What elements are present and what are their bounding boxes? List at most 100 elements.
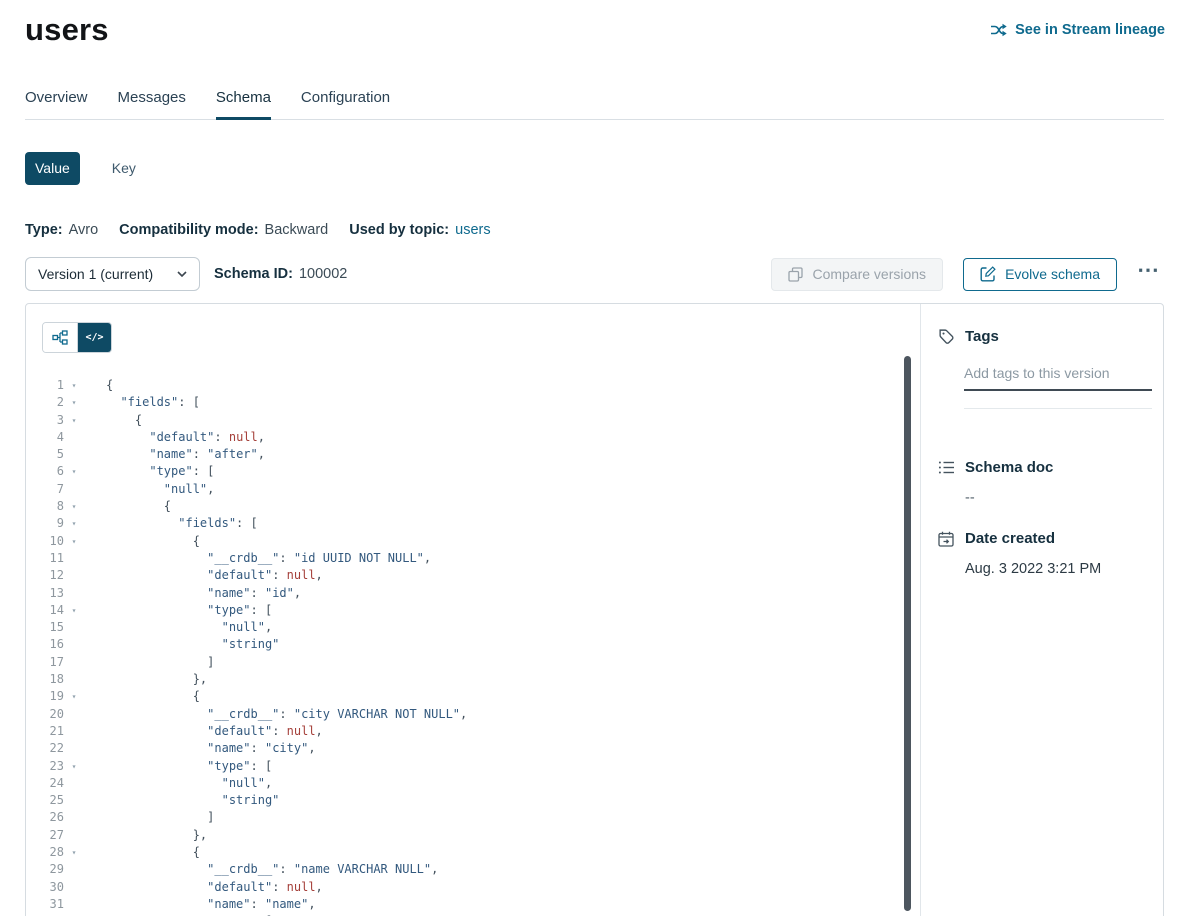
tab-overview[interactable]: Overview (25, 89, 88, 119)
tag-icon (937, 328, 955, 345)
fold-toggle-icon[interactable]: ▾ (64, 602, 84, 619)
code-text: "default": null, (106, 723, 323, 740)
line-number: 5 (26, 446, 64, 463)
fold-toggle-icon[interactable]: ▾ (64, 394, 84, 411)
toggle-key[interactable]: Key (102, 152, 146, 185)
line-number: 27 (26, 827, 64, 844)
code-view-button[interactable]: </> (77, 323, 111, 352)
scrollbar-thumb[interactable] (904, 356, 911, 911)
code-line: 7 "null", (26, 481, 920, 498)
meta-topic-label: Used by topic: (349, 222, 449, 238)
tabs: Overview Messages Schema Configuration (25, 89, 1164, 120)
tree-view-button[interactable] (43, 323, 77, 352)
schema-doc-icon (937, 460, 955, 475)
tab-messages[interactable]: Messages (118, 89, 186, 119)
fold-toggle-icon[interactable]: ▾ (64, 844, 84, 861)
code-text: "name": "name", (106, 896, 316, 913)
line-number: 18 (26, 671, 64, 688)
editor-scrollbar[interactable] (904, 356, 911, 916)
line-number: 7 (26, 481, 64, 498)
line-number: 17 (26, 654, 64, 671)
code-text: "default": null, (106, 429, 265, 446)
compare-versions-button[interactable]: Compare versions (771, 258, 943, 291)
code-line: 28▾ { (26, 844, 920, 861)
line-number: 10 (26, 533, 64, 550)
tab-configuration[interactable]: Configuration (301, 89, 390, 119)
line-number: 24 (26, 775, 64, 792)
fold-spacer (64, 740, 84, 757)
fold-toggle-icon[interactable]: ▾ (64, 515, 84, 532)
line-number: 16 (26, 636, 64, 653)
code-line: 8▾ { (26, 498, 920, 515)
code-line: 31 "name": "name", (26, 896, 920, 913)
more-options-button[interactable]: ⋯ (1133, 265, 1164, 283)
line-number: 30 (26, 879, 64, 896)
code-text: "type": [ (106, 602, 272, 619)
fold-toggle-icon[interactable]: ▾ (64, 412, 84, 429)
code-line: 22 "name": "city", (26, 740, 920, 757)
code-line: 6▾ "type": [ (26, 463, 920, 480)
schema-page: users See in Stream lineage Overview Mess… (0, 0, 1189, 916)
code-text: { (106, 533, 200, 550)
code-line: 14▾ "type": [ (26, 602, 920, 619)
line-number: 1 (26, 377, 64, 394)
tags-title: Tags (965, 328, 999, 345)
evolve-schema-button[interactable]: Evolve schema (963, 258, 1117, 291)
line-number: 4 (26, 429, 64, 446)
code-text: "type": [ (106, 758, 272, 775)
fold-spacer (64, 775, 84, 792)
meta-type-value: Avro (69, 222, 99, 238)
meta-compatibility: Compatibility mode: Backward (119, 222, 328, 238)
fold-toggle-icon[interactable]: ▾ (64, 377, 84, 394)
toggle-value[interactable]: Value (25, 152, 80, 185)
fold-toggle-icon[interactable]: ▾ (64, 463, 84, 480)
code-line: 16 "string" (26, 636, 920, 653)
fold-spacer (64, 809, 84, 826)
code-text: "fields": [ (106, 515, 258, 532)
fold-spacer (64, 654, 84, 671)
date-created-section: Date created Aug. 3 2022 3:21 PM (937, 530, 1152, 577)
tab-schema[interactable]: Schema (216, 89, 271, 119)
schema-id: Schema ID: 100002 (214, 266, 347, 282)
schema-doc-header: Schema doc (937, 459, 1152, 476)
code-text: "fields": [ (106, 394, 200, 411)
fold-toggle-icon[interactable]: ▾ (64, 498, 84, 515)
fold-spacer (64, 723, 84, 740)
code-text: "__crdb__": "name VARCHAR NULL", (106, 861, 438, 878)
code-line: 3▾ { (26, 412, 920, 429)
fold-toggle-icon[interactable]: ▾ (64, 533, 84, 550)
code-line: 19▾ { (26, 688, 920, 705)
stream-lineage-link[interactable]: See in Stream lineage (990, 22, 1165, 38)
code-text: "__crdb__": "city VARCHAR NOT NULL", (106, 706, 467, 723)
chevron-down-icon (177, 271, 187, 277)
tags-input[interactable] (964, 365, 1152, 391)
code-text: "__crdb__": "id UUID NOT NULL", (106, 550, 431, 567)
meta-type: Type: Avro (25, 222, 98, 238)
compare-icon (788, 267, 803, 282)
code-line: 1▾{ (26, 377, 920, 394)
line-number: 22 (26, 740, 64, 757)
version-select[interactable]: Version 1 (current) (25, 257, 200, 291)
code-text: { (106, 498, 171, 515)
fold-toggle-icon[interactable]: ▾ (64, 688, 84, 705)
code-line: 20 "__crdb__": "city VARCHAR NOT NULL", (26, 706, 920, 723)
fold-spacer (64, 636, 84, 653)
line-number: 31 (26, 896, 64, 913)
fold-spacer (64, 879, 84, 896)
fold-spacer (64, 550, 84, 567)
line-number: 29 (26, 861, 64, 878)
meta-compatibility-value: Backward (265, 222, 329, 238)
fold-spacer (64, 861, 84, 878)
line-number: 28 (26, 844, 64, 861)
code-line: 5 "name": "after", (26, 446, 920, 463)
editor-view-toggle: </> (42, 322, 112, 353)
page-header: users See in Stream lineage (0, 0, 1189, 48)
code-line: 15 "null", (26, 619, 920, 636)
line-number: 20 (26, 706, 64, 723)
fold-toggle-icon[interactable]: ▾ (64, 758, 84, 775)
line-number: 9 (26, 515, 64, 532)
line-number: 2 (26, 394, 64, 411)
fold-spacer (64, 792, 84, 809)
meta-topic-link[interactable]: users (455, 222, 490, 238)
code-text: "null", (106, 481, 214, 498)
